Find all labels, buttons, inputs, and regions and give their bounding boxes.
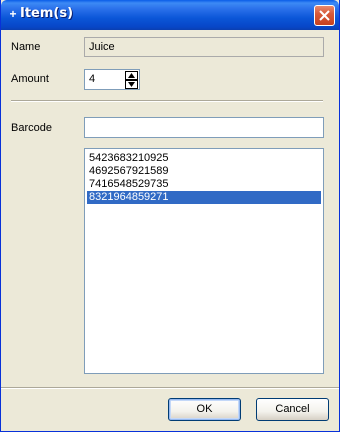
- amount-label: Amount: [11, 73, 49, 85]
- list-item-selected[interactable]: 8321964859271: [87, 191, 321, 204]
- decrement-button[interactable]: [125, 80, 138, 89]
- plus-icon: +: [9, 7, 17, 21]
- list-item[interactable]: 4692567921589: [87, 165, 321, 178]
- arrow-up-icon: [128, 73, 135, 78]
- ok-button[interactable]: OK: [168, 398, 241, 421]
- increment-button[interactable]: [125, 71, 138, 80]
- close-button[interactable]: [314, 5, 335, 26]
- separator: [11, 100, 323, 102]
- amount-value[interactable]: 4: [89, 73, 95, 85]
- list-item[interactable]: 7416548529735: [87, 178, 321, 191]
- list-item[interactable]: 5423683210925: [87, 152, 321, 165]
- barcode-list[interactable]: 5423683210925 4692567921589 741654852973…: [84, 148, 324, 374]
- cancel-button[interactable]: Cancel: [256, 398, 329, 421]
- footer-divider: [1, 387, 339, 389]
- name-label: Name: [11, 41, 41, 53]
- barcode-label: Barcode: [11, 122, 52, 134]
- item-dialog: + Item(s) Name Juice Amount 4 Barcode 54…: [0, 0, 340, 432]
- barcode-input[interactable]: [84, 117, 324, 138]
- arrow-down-icon: [128, 82, 135, 87]
- close-icon: [319, 10, 330, 21]
- amount-spinner[interactable]: 4: [84, 69, 140, 90]
- window-title: Item(s): [20, 6, 74, 21]
- name-field: Juice: [84, 37, 324, 57]
- title-bar[interactable]: + Item(s): [1, 0, 339, 30]
